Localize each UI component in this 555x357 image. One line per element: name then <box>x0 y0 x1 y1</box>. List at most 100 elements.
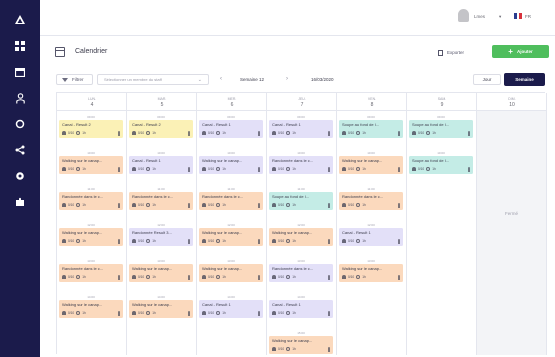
person-icon <box>117 202 120 208</box>
event-participants: 0/10 <box>68 131 75 135</box>
event-card[interactable]: Randonnée dans le c... 0/10 1h <box>269 264 333 282</box>
event-card[interactable]: Walking sur le canap... 0/10 1h <box>59 156 123 174</box>
event-card[interactable]: Randonnée Result 3... 0/10 1h <box>129 228 193 246</box>
filter-button[interactable]: Filtrer <box>56 74 93 85</box>
event-card[interactable]: Canal - Result 1 0/10 1h <box>199 300 263 318</box>
event-card[interactable]: Soupe au fond de l... 0/10 1h <box>409 156 473 174</box>
event-duration: 1h <box>432 131 436 135</box>
event-participants: 0/10 <box>138 131 145 135</box>
person-icon <box>187 274 190 280</box>
event-card[interactable]: Walking sur le canap... 0/10 1h <box>129 264 193 282</box>
people-icon <box>272 131 276 135</box>
event-card[interactable]: Randonnée dans le c... 0/10 1h <box>59 192 123 210</box>
event-card[interactable]: Walking sur le canap... 0/10 1h <box>59 300 123 318</box>
calendar-icon[interactable] <box>13 66 27 78</box>
users-icon[interactable] <box>13 92 27 104</box>
event-duration: 1h <box>152 239 156 243</box>
event-card[interactable]: Randonnée dans le c... 0/10 1h <box>129 192 193 210</box>
event-card[interactable]: Walking sur le canap... 0/10 1h <box>339 264 403 282</box>
event-duration: 1h <box>82 203 86 207</box>
event-card[interactable]: Walking sur le canap... 0/10 1h <box>269 336 333 354</box>
day-column: MAR. 5 09:00 Canal - Result 2 0/10 1h 10:00 Can… <box>127 93 197 355</box>
flag-icon[interactable] <box>514 13 523 19</box>
event-card[interactable]: Walking sur le canap... 0/10 1h <box>129 300 193 318</box>
event-duration: 1h <box>222 311 226 315</box>
event-participants: 0/10 <box>138 167 145 171</box>
logo-icon[interactable] <box>13 13 27 25</box>
event-title: Walking sur le canap... <box>202 158 243 163</box>
event-title: Walking sur le canap... <box>272 230 313 235</box>
person-icon <box>117 274 120 280</box>
clock-icon <box>286 275 291 279</box>
prev-week-button[interactable]: ‹ <box>220 74 222 85</box>
event-card[interactable]: Randonnée dans le c... 0/10 1h <box>339 192 403 210</box>
event-meta: 0/10 1h <box>202 130 260 136</box>
event-card[interactable]: Canal - Result 1 0/10 1h <box>269 300 333 318</box>
person-icon <box>397 274 400 280</box>
dashboard-icon[interactable] <box>13 40 27 52</box>
event-meta: 0/10 1h <box>272 346 330 352</box>
event-meta: 0/10 1h <box>62 130 120 136</box>
event-card[interactable]: Randonnée dans le c... 0/10 1h <box>199 192 263 210</box>
view-day-button[interactable]: Jour <box>473 74 501 85</box>
event-duration: 1h <box>152 167 156 171</box>
people-icon <box>342 203 346 207</box>
event-card[interactable]: Walking sur le canap... 0/10 1h <box>199 156 263 174</box>
export-button[interactable]: Exporter <box>438 47 464 58</box>
clock-icon <box>76 167 81 171</box>
share-icon[interactable] <box>13 144 27 156</box>
sidebar <box>0 0 40 357</box>
next-week-button[interactable]: › <box>286 74 288 85</box>
event-card[interactable]: Walking sur le canap... 0/10 1h <box>59 228 123 246</box>
person-icon <box>397 130 400 136</box>
event-title: Canal - Result 1 <box>272 122 301 127</box>
event-card[interactable]: Walking sur le canap... 0/10 1h <box>199 228 263 246</box>
clock-icon <box>426 131 431 135</box>
day-header: LUN. 4 <box>57 93 127 111</box>
person-icon <box>327 346 330 352</box>
language-label[interactable]: FR <box>525 14 531 19</box>
event-card[interactable]: Canal - Result 1 0/10 1h <box>269 120 333 138</box>
event-duration: 1h <box>292 203 296 207</box>
person-icon <box>117 130 120 136</box>
event-meta: 0/10 1h <box>342 202 400 208</box>
event-card[interactable]: Soupe au fond de l... 0/10 1h <box>409 120 473 138</box>
view-week-button[interactable]: Semaine <box>504 73 545 86</box>
event-card[interactable]: Canal - Result 1 0/10 1h <box>129 156 193 174</box>
event-card[interactable]: Canal - Result 2 0/10 1h <box>59 120 123 138</box>
people-icon <box>132 203 136 207</box>
event-duration: 1h <box>82 275 86 279</box>
clock-icon <box>286 311 291 315</box>
event-card[interactable]: Walking sur le canap... 0/10 1h <box>269 228 333 246</box>
gear-icon[interactable] <box>13 170 27 182</box>
puzzle-icon[interactable] <box>13 196 27 208</box>
event-card[interactable]: Randonnée dans le c... 0/10 1h <box>59 264 123 282</box>
clock-icon <box>216 275 221 279</box>
event-title: Randonnée dans le c... <box>62 194 104 199</box>
staff-select[interactable]: Sélectionner un membre du staff ⌄ <box>97 74 209 85</box>
event-card[interactable]: Canal - Result 1 0/10 1h <box>339 228 403 246</box>
chevron-down-icon[interactable]: ▾ <box>499 14 501 20</box>
event-card[interactable]: Walking sur le canap... 0/10 1h <box>339 156 403 174</box>
clock-icon <box>146 167 151 171</box>
event-card[interactable]: Soupe au fond de l... 0/10 1h <box>339 120 403 138</box>
event-card[interactable]: Randonnée dans le c... 0/10 1h <box>269 156 333 174</box>
event-duration: 1h <box>222 131 226 135</box>
event-card[interactable]: Canal - Result 1 0/10 1h <box>199 120 263 138</box>
event-title: Walking sur le canap... <box>342 158 383 163</box>
user-name[interactable]: Lmes <box>474 14 485 19</box>
add-button[interactable]: + Ajouter <box>492 45 549 58</box>
refresh-icon[interactable] <box>13 118 27 130</box>
event-card[interactable]: Walking sur le canap... 0/10 1h <box>199 264 263 282</box>
user-avatar[interactable] <box>458 9 469 22</box>
day-name: SAM. <box>437 97 447 101</box>
refresh-shape <box>15 119 25 129</box>
event-duration: 1h <box>152 203 156 207</box>
people-icon <box>342 239 346 243</box>
event-card[interactable]: Canal - Result 2 0/10 1h <box>129 120 193 138</box>
event-duration: 1h <box>362 167 366 171</box>
event-card[interactable]: Soupe au fond de l... 0/10 1h <box>269 192 333 210</box>
event-meta: 0/10 1h <box>132 310 190 316</box>
day-number: 6 <box>230 102 234 108</box>
person-icon <box>257 166 260 172</box>
